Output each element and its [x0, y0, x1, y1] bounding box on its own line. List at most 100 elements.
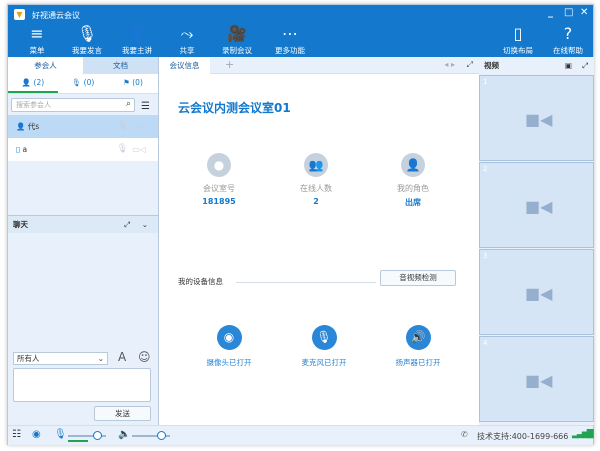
window-title: 好视通云会议 [32, 11, 80, 20]
mic-volume-knob[interactable] [92, 431, 102, 440]
font-icon[interactable]: A [118, 350, 126, 364]
count-speaking: (0) [83, 78, 95, 87]
help-button[interactable]: ? 在线帮助 [543, 23, 593, 56]
title-toolbar: ▼ 好视通云会议 _ □ ✕ ≡ 菜单 🎙 我要发言 👤 我要主讲 ⤳ 共享 🎥 录制会议… [8, 5, 593, 57]
video-off-icon[interactable]: ▭◁ [132, 115, 146, 138]
left-panel: 参会人 文档 👤 (2) 🎙 (0) ⚑ (0) 搜索参会人 ⌕ ☰ 👤 代s 🎙 ▭… [8, 57, 159, 425]
fullscreen-icon[interactable]: ⤢ [467, 60, 473, 70]
add-tab-button[interactable]: + [225, 58, 234, 71]
layout-icon: ▯ [513, 24, 523, 43]
scroll-tabs-icon[interactable]: ◂ ▸ [444, 60, 455, 69]
minimize-button[interactable]: _ [548, 7, 553, 18]
person-icon: 👤 [21, 78, 32, 87]
cell-number: 3 [483, 252, 488, 260]
microphone-status[interactable]: 🎙 麦克风已打开 [284, 325, 364, 368]
fullscreen-icon[interactable]: ⤢ [582, 57, 588, 74]
microphone-icon: 🎙 [76, 24, 98, 43]
room-number-info: ● 会议室号 181895 [179, 153, 259, 206]
person-icon: 👤 [16, 122, 26, 131]
online-count-info: 👥 在线人数 2 [276, 153, 356, 206]
help-label: 在线帮助 [553, 46, 583, 55]
video-cell[interactable]: 4 ■◀ [479, 336, 594, 422]
participant-name: a [22, 145, 28, 154]
flag-icon: ⚑ [123, 78, 130, 87]
mic-off-icon[interactable]: 🎙 [117, 138, 128, 161]
webcam-icon[interactable]: ◉ [32, 429, 41, 440]
record-button[interactable]: 🎥 录制会议 [212, 23, 262, 56]
microphone-icon: 🎙 [71, 78, 82, 87]
chevron-down-icon[interactable]: ⌄ [142, 216, 148, 234]
device-label: 摄像头已打开 [206, 358, 252, 367]
role-info: 👤 我的角色 出席 [373, 153, 453, 208]
device-info-title: 我的设备信息 [178, 277, 223, 286]
speak-button[interactable]: 🎙 我要发言 [62, 23, 112, 56]
location-pin-icon: ● [207, 153, 231, 177]
divider [236, 282, 376, 283]
video-camera-icon: ■◀ [525, 371, 553, 390]
video-cell[interactable]: 2 ■◀ [479, 162, 594, 248]
video-off-icon[interactable]: ▭◁ [132, 138, 146, 161]
cell-number: 2 [483, 165, 488, 173]
signal-strength-icon: ▂▃▅▇ [572, 429, 594, 439]
info-label: 会议室号 [203, 184, 235, 193]
cell-number: 4 [483, 339, 488, 347]
camera-status[interactable]: ◉ 摄像头已打开 [189, 325, 269, 368]
video-cell[interactable]: 3 ■◀ [479, 249, 594, 335]
participant-row[interactable]: ▯ a 🎙 ▭◁ [8, 138, 158, 161]
tab-meeting-info[interactable]: 会议信息 [159, 57, 210, 74]
participant-row[interactable]: 👤 代s 🎙 ▭◁ [8, 115, 158, 138]
chevron-down-icon: ⌄ [97, 354, 104, 363]
av-check-button[interactable]: 音视频检测 [380, 270, 456, 286]
count-flag: (0) [132, 78, 143, 87]
filter-speaking[interactable]: 🎙 (0) [58, 74, 108, 93]
info-label: 在线人数 [300, 184, 332, 193]
microphone-icon[interactable]: 🎙 [54, 429, 67, 440]
app-logo-icon: ▼ [14, 9, 25, 20]
info-value: 出席 [405, 198, 421, 207]
more-button[interactable]: ⋯ 更多功能 [265, 23, 315, 56]
video-panel: 视频 ▣ ⤢ 1 ■◀ 2 ■◀ 3 ■◀ 4 ■◀ [479, 57, 594, 425]
layout-label: 切换布局 [503, 46, 533, 55]
filter-hand-raised[interactable]: ⚑ (0) [108, 74, 158, 93]
present-button[interactable]: 👤 我要主讲 [112, 23, 162, 56]
close-button[interactable]: ✕ [580, 7, 588, 18]
microphone-icon: 🎙 [311, 325, 337, 350]
more-label: 更多功能 [275, 46, 305, 55]
status-bar: ☷ ◉ 🎙 🔈 ✆ 技术支持:400-1699-666 ▂▃▅▇ [8, 425, 594, 445]
speaker-volume-knob[interactable] [156, 431, 166, 440]
tab-documents[interactable]: 文档 [83, 57, 158, 74]
video-title: 视频 [484, 61, 499, 70]
video-camera-icon: ■◀ [525, 110, 553, 129]
list-toggle-icon[interactable]: ☷ [12, 429, 21, 440]
mic-off-icon[interactable]: 🎙 [117, 115, 128, 138]
video-camera-icon: ■◀ [525, 284, 553, 303]
webcam-icon: ◉ [216, 325, 242, 350]
speaker-status[interactable]: 🔊 扬声器已打开 [378, 325, 458, 368]
speaker-icon[interactable]: 🔈 [118, 429, 130, 440]
emoji-icon[interactable]: ☺ [138, 350, 151, 364]
speak-label: 我要发言 [72, 46, 102, 55]
layout-button[interactable]: ▯ 切换布局 [493, 23, 543, 56]
chat-message-input[interactable] [13, 368, 151, 402]
tab-participants[interactable]: 参会人 [8, 57, 83, 74]
popout-icon[interactable]: ⤢ [124, 216, 130, 234]
search-icon[interactable]: ⌕ [126, 98, 131, 110]
more-icon: ⋯ [282, 24, 298, 43]
grid-layout-icon[interactable]: ▣ [565, 57, 572, 74]
search-participants-input[interactable]: 搜索参会人 ⌕ [11, 98, 135, 112]
user-icon: 👤 [401, 153, 425, 177]
phone-icon: ✆ [461, 430, 468, 439]
help-icon: ? [563, 24, 573, 43]
video-cell[interactable]: 1 ■◀ [479, 75, 594, 161]
maximize-button[interactable]: □ [564, 7, 573, 18]
search-placeholder: 搜索参会人 [16, 101, 51, 109]
filter-all-participants[interactable]: 👤 (2) [8, 74, 58, 93]
send-button[interactable]: 发送 [94, 406, 151, 421]
share-icon: ⤳ [180, 24, 194, 43]
share-button[interactable]: ⤳ 共享 [162, 23, 212, 56]
info-value: 2 [313, 197, 319, 206]
list-view-icon[interactable]: ☰ [141, 101, 150, 112]
menu-button[interactable]: ≡ 菜单 [12, 23, 62, 56]
present-label: 我要主讲 [122, 46, 152, 55]
recipient-select[interactable]: 所有人 ⌄ [13, 352, 108, 365]
